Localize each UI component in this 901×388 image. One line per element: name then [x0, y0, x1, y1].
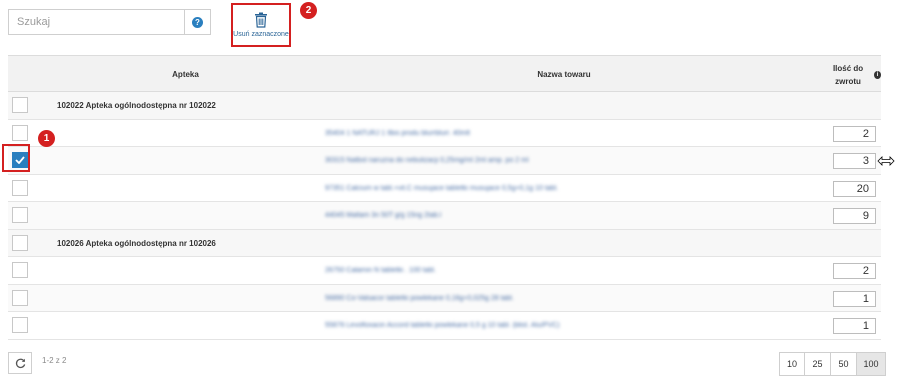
column-header-ilosc[interactable]: Ilość do zwrotu i: [823, 56, 881, 93]
row-checkbox[interactable]: [12, 179, 28, 196]
product-name: 97351 Calcium w tabl.+vit.C musujace tab…: [325, 184, 559, 192]
refresh-icon: [15, 358, 25, 368]
product-name: 35404 1 NATURJ 1 Ilbis produ blurrblurr.…: [325, 129, 470, 137]
quantity-field[interactable]: 9: [833, 208, 876, 224]
page-size-10[interactable]: 10: [779, 352, 805, 376]
row-checkbox[interactable]: [12, 124, 28, 141]
product-name: 56890 Co-Valsacor tabletki powlekane 0,1…: [325, 294, 514, 302]
group-label: 102026 Apteka ogólnodostępna nr 102026: [57, 238, 216, 248]
table-row: 56890 Co-Valsacor tabletki powlekane 0,1…: [8, 284, 881, 312]
search-input[interactable]: [8, 9, 184, 35]
checkbox-highlight-frame: [2, 144, 30, 172]
annotation-marker-2: 2: [300, 2, 317, 19]
table-row: 97351 Calcium w tabl.+vit.C musujace tab…: [8, 175, 881, 202]
row-checkbox[interactable]: [12, 207, 28, 223]
quantity-field[interactable]: 3: [833, 153, 876, 169]
column-header-nazwa[interactable]: Nazwa towaru: [329, 56, 799, 93]
table-row: 35404 1 NATURJ 1 Ilbis produ blurrblurr.…: [8, 120, 881, 147]
table-row: 44045 Maltam 3n 50T g/g 15ng 2tab.l 9: [8, 202, 881, 230]
product-name: 26750 Calamin N tabletki . 100 tabl.: [325, 267, 436, 274]
group-label: 102022 Apteka ogólnodostępna nr 102022: [57, 101, 216, 110]
row-checkbox[interactable]: [12, 262, 28, 278]
help-button[interactable]: ?: [184, 9, 211, 35]
info-icon: i: [874, 70, 881, 79]
table-header: Apteka Nazwa towaru Ilość do zwrotu i: [8, 55, 881, 92]
product-name: 44045 Maltam 3n 50T g/g 15ng 2tab.l: [325, 212, 442, 219]
page-size-50[interactable]: 50: [831, 352, 857, 376]
table-row: 55876 Levofloxacin Accord tabletki powle…: [8, 312, 881, 340]
page-size-selector: 10 25 50 100: [779, 352, 886, 376]
group-row: 102026 Apteka ogólnodostępna nr 102026: [8, 229, 881, 257]
resize-cursor-icon: [877, 156, 895, 166]
group-checkbox[interactable]: [12, 97, 28, 113]
column-header-ilosc-label: Ilość do zwrotu: [832, 63, 864, 86]
quantity-field[interactable]: 1: [833, 290, 876, 307]
quantity-field[interactable]: 20: [833, 180, 876, 197]
quantity-field[interactable]: 1: [833, 318, 876, 334]
delete-selected-button[interactable]: Usuń zaznaczone: [231, 3, 291, 47]
quantity-field[interactable]: 2: [833, 125, 876, 142]
product-name: 30315 Natbol naruzna do nebulizacji 0,25…: [325, 157, 529, 164]
quantity-field[interactable]: 2: [833, 263, 876, 279]
returns-table: Apteka Nazwa towaru Ilość do zwrotu i 102…: [2, 55, 895, 340]
group-row: 102022 Apteka ogólnodostępna nr 102022: [8, 92, 881, 120]
column-header-apteka[interactable]: Apteka: [42, 56, 329, 93]
page-size-100[interactable]: 100: [857, 352, 886, 376]
table-row: 26750 Calamin N tabletki . 100 tabl. 2: [8, 257, 881, 285]
delete-selected-label: Usuń zaznaczone: [233, 31, 289, 38]
table-row: 1 30315 Natbol naruzna do nebulizacji 0,…: [2, 130, 895, 175]
annotation-marker-1: 1: [38, 130, 55, 147]
group-checkbox[interactable]: [12, 234, 28, 251]
row-checkbox[interactable]: [12, 317, 28, 333]
product-name: 55876 Levofloxacin Accord tabletki powle…: [325, 322, 560, 329]
trash-icon: [255, 12, 267, 28]
row-checkbox[interactable]: [12, 289, 28, 306]
refresh-button[interactable]: [8, 352, 32, 374]
pagination-range: 1-2 z 2: [42, 356, 67, 365]
page-size-25[interactable]: 25: [805, 352, 831, 376]
question-icon: ?: [192, 16, 203, 28]
